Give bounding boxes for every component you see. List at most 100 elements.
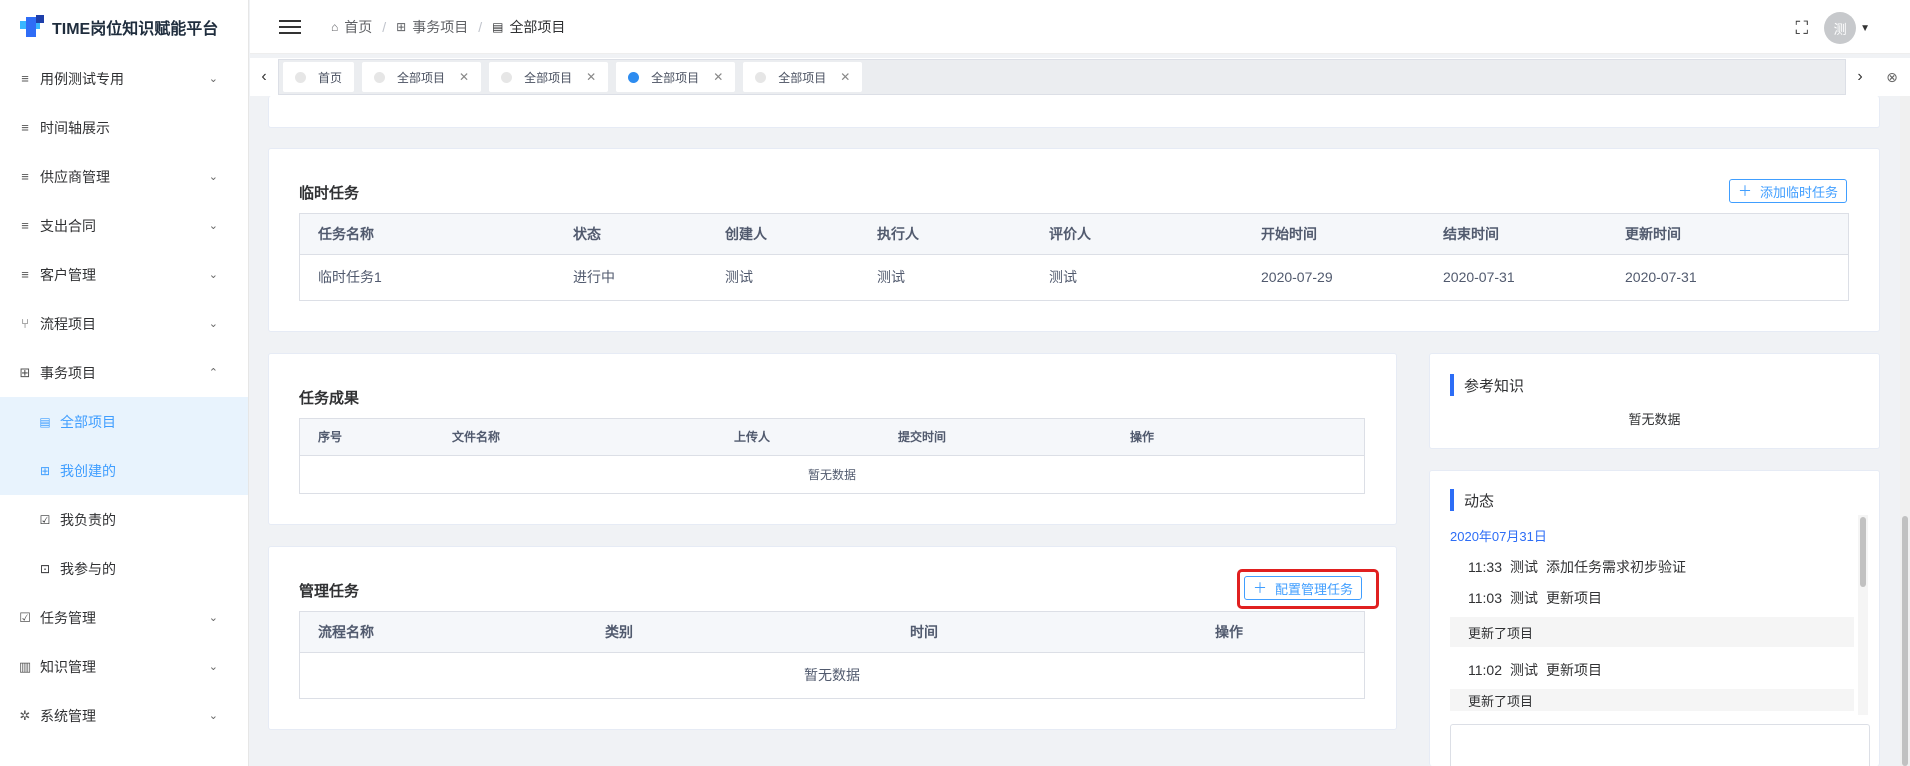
avatar-text: 测	[1833, 21, 1847, 37]
mgmt-tasks-title: 管理任务	[299, 583, 360, 600]
sidebar-item-task-management[interactable]: ☑ 任务管理 ⌄	[0, 593, 248, 642]
tab-label: 全部项目	[778, 70, 827, 85]
task-results-title: 任务成果	[299, 390, 360, 407]
feed-action: 添加任务需求初步验证	[1546, 559, 1686, 575]
chevron-down-icon: ⌄	[208, 661, 218, 673]
tab-all-projects-4[interactable]: 全部项目 ✕	[743, 62, 863, 92]
close-icon[interactable]: ✕	[459, 70, 469, 84]
reference-knowledge-card: 参考知识 暂无数据	[1429, 353, 1880, 449]
book-icon: ▥	[18, 658, 32, 674]
sidebar-item-label: 客户管理	[40, 266, 96, 283]
feed-note: 更新了项目	[1450, 617, 1854, 647]
tab-label: 全部项目	[524, 70, 573, 85]
button-label: 添加临时任务	[1760, 184, 1839, 200]
sidebar-item-timeline[interactable]: ≡ 时间轴展示	[0, 103, 248, 152]
feed-scrollbar-thumb[interactable]	[1860, 517, 1866, 587]
avatar[interactable]: 测	[1824, 12, 1857, 44]
top-card-partial	[268, 96, 1880, 128]
app-title: TIME岗位知识赋能平台	[52, 21, 219, 38]
column-header: 执行人	[877, 214, 1049, 255]
chevron-left-icon[interactable]: ‹	[250, 68, 278, 86]
column-header: 类别	[605, 612, 910, 653]
add-temp-task-button[interactable]: ＋ 添加临时任务	[1729, 179, 1848, 203]
home-icon: ⌂	[331, 19, 339, 34]
calendar-check-icon: ☑	[19, 609, 31, 625]
close-icon[interactable]: ✕	[586, 70, 596, 84]
hamburger-menu-icon[interactable]	[279, 16, 301, 38]
title-accent-bar	[1450, 489, 1454, 511]
table-header-row: 任务名称 状态 创建人 执行人 评价人 开始时间 结束时间 更新时间	[300, 214, 1848, 255]
tab-home[interactable]: 首页	[283, 62, 355, 92]
sidebar-item-label: 任务管理	[40, 609, 96, 626]
tags-view-bar: ‹ 首页 全部项目 ✕ 全部项目 ✕ 全部项目 ✕ 全部项目 ✕ › ⊗	[250, 58, 1910, 96]
sidebar-item-label: 时间轴展示	[40, 119, 110, 136]
check-square-icon: ☑	[39, 512, 51, 527]
tab-all-projects-2[interactable]: 全部项目 ✕	[489, 62, 609, 92]
tab-all-projects-3[interactable]: 全部项目 ✕	[616, 62, 736, 92]
tab-dot	[755, 71, 767, 83]
sidebar-item-affairs-project[interactable]: ⊞ 事务项目 ⌃	[0, 348, 248, 397]
reference-title: 参考知识	[1450, 374, 1524, 396]
sidebar-item-system[interactable]: ✲ 系统管理 ⌄	[0, 691, 248, 740]
list-icon: ≡	[21, 218, 29, 233]
chevron-right-icon[interactable]: ›	[1846, 68, 1874, 86]
page-scrollbar-thumb[interactable]	[1902, 516, 1908, 766]
column-header: 上传人	[734, 419, 898, 456]
sidebar-item-process-project[interactable]: ⑂ 流程项目 ⌄	[0, 299, 248, 348]
tab-dot	[628, 71, 640, 83]
caret-down-icon[interactable]: ▼	[1860, 23, 1870, 34]
close-icon[interactable]: ✕	[713, 70, 723, 84]
tab-all-projects-1[interactable]: 全部项目 ✕	[362, 62, 482, 92]
close-icon[interactable]: ✕	[840, 70, 850, 84]
feed-action: 更新项目	[1546, 590, 1602, 606]
sidebar-subitem-all-projects[interactable]: ▤ 全部项目	[0, 397, 248, 446]
tab-label: 全部项目	[397, 70, 446, 85]
logo-mark-icon	[20, 15, 44, 39]
breadcrumb-separator: /	[478, 18, 483, 35]
table-row[interactable]: 临时任务1 进行中 测试 测试 测试 2020-07-29 2020-07-31…	[300, 254, 1848, 300]
config-mgmt-task-button[interactable]: ＋ 配置管理任务	[1244, 576, 1363, 600]
empty-text: 暂无数据	[807, 467, 856, 482]
feed-time: 11:02	[1468, 662, 1502, 678]
sidebar-subitem-participating[interactable]: ⊡ 我参与的	[0, 544, 248, 593]
feed-date: 2020年07月31日	[1450, 529, 1547, 544]
sidebar-subitem-responsible[interactable]: ☑ 我负责的	[0, 495, 248, 544]
top-header: ⌂ 首页 / ⊞ 事务项目 / ▤ 全部项目 ⛶ 测 ▼	[250, 0, 1910, 54]
mgmt-tasks-table: 流程名称 类别 时间 操作 暂无数据	[299, 611, 1365, 699]
column-header: 创建人	[725, 214, 877, 255]
feed-entry: 11:03 测试 更新项目	[1468, 588, 1610, 608]
empty-row: 暂无数据	[300, 455, 1364, 493]
sidebar-item-customer[interactable]: ≡ 客户管理 ⌄	[0, 250, 248, 299]
list-icon: ≡	[21, 169, 29, 184]
sidebar-item-contract[interactable]: ≡ 支出合同 ⌄	[0, 201, 248, 250]
close-all-tabs-icon[interactable]: ⊗	[1874, 69, 1910, 86]
page-scrollbar[interactable]	[1900, 96, 1910, 766]
sidebar-item-usecase-test[interactable]: ≡ 用例测试专用 ⌄	[0, 54, 248, 103]
sidebar-item-label: 事务项目	[40, 364, 96, 381]
reference-title-text: 参考知识	[1464, 377, 1525, 395]
table-header-row: 流程名称 类别 时间 操作	[300, 612, 1364, 653]
chevron-down-icon: ⌄	[208, 318, 218, 330]
column-header: 状态	[573, 214, 725, 255]
feed-input[interactable]	[1450, 724, 1870, 766]
sidebar-item-supplier[interactable]: ≡ 供应商管理 ⌄	[0, 152, 248, 201]
temp-tasks-card: 临时任务 ＋ 添加临时任务 任务名称 状态 创建人 执行人 评价人 开始时间 结束…	[268, 148, 1880, 332]
breadcrumb-home[interactable]: ⌂ 首页	[331, 17, 372, 37]
fullscreen-icon[interactable]: ⛶	[1795, 18, 1808, 39]
breadcrumb-current: ▤ 全部项目	[492, 17, 565, 37]
temp-tasks-title: 临时任务	[299, 185, 360, 202]
gear-icon: ✲	[19, 707, 31, 723]
feed-user: 测试	[1510, 559, 1538, 575]
activity-feed-card: 动态 2020年07月31日 11:33 测试 添加任务需求初步验证 11:03 测试…	[1429, 470, 1880, 766]
column-header: 流程名称	[300, 612, 605, 653]
task-results-table: 序号 文件名称 上传人 提交时间 操作 暂无数据	[299, 418, 1365, 494]
chevron-down-icon: ⌄	[208, 220, 218, 232]
breadcrumb-affairs[interactable]: ⊞ 事务项目	[396, 17, 468, 37]
branch-icon: ⑂	[21, 316, 29, 331]
sidebar-item-knowledge[interactable]: ▥ 知识管理 ⌄	[0, 642, 248, 691]
column-header: 更新时间	[1625, 214, 1848, 255]
sidebar-subitem-created-by-me[interactable]: ⊞ 我创建的	[0, 446, 248, 495]
list-icon: ≡	[21, 71, 29, 86]
breadcrumb-label: 事务项目	[412, 18, 469, 35]
column-header: 结束时间	[1443, 214, 1625, 255]
